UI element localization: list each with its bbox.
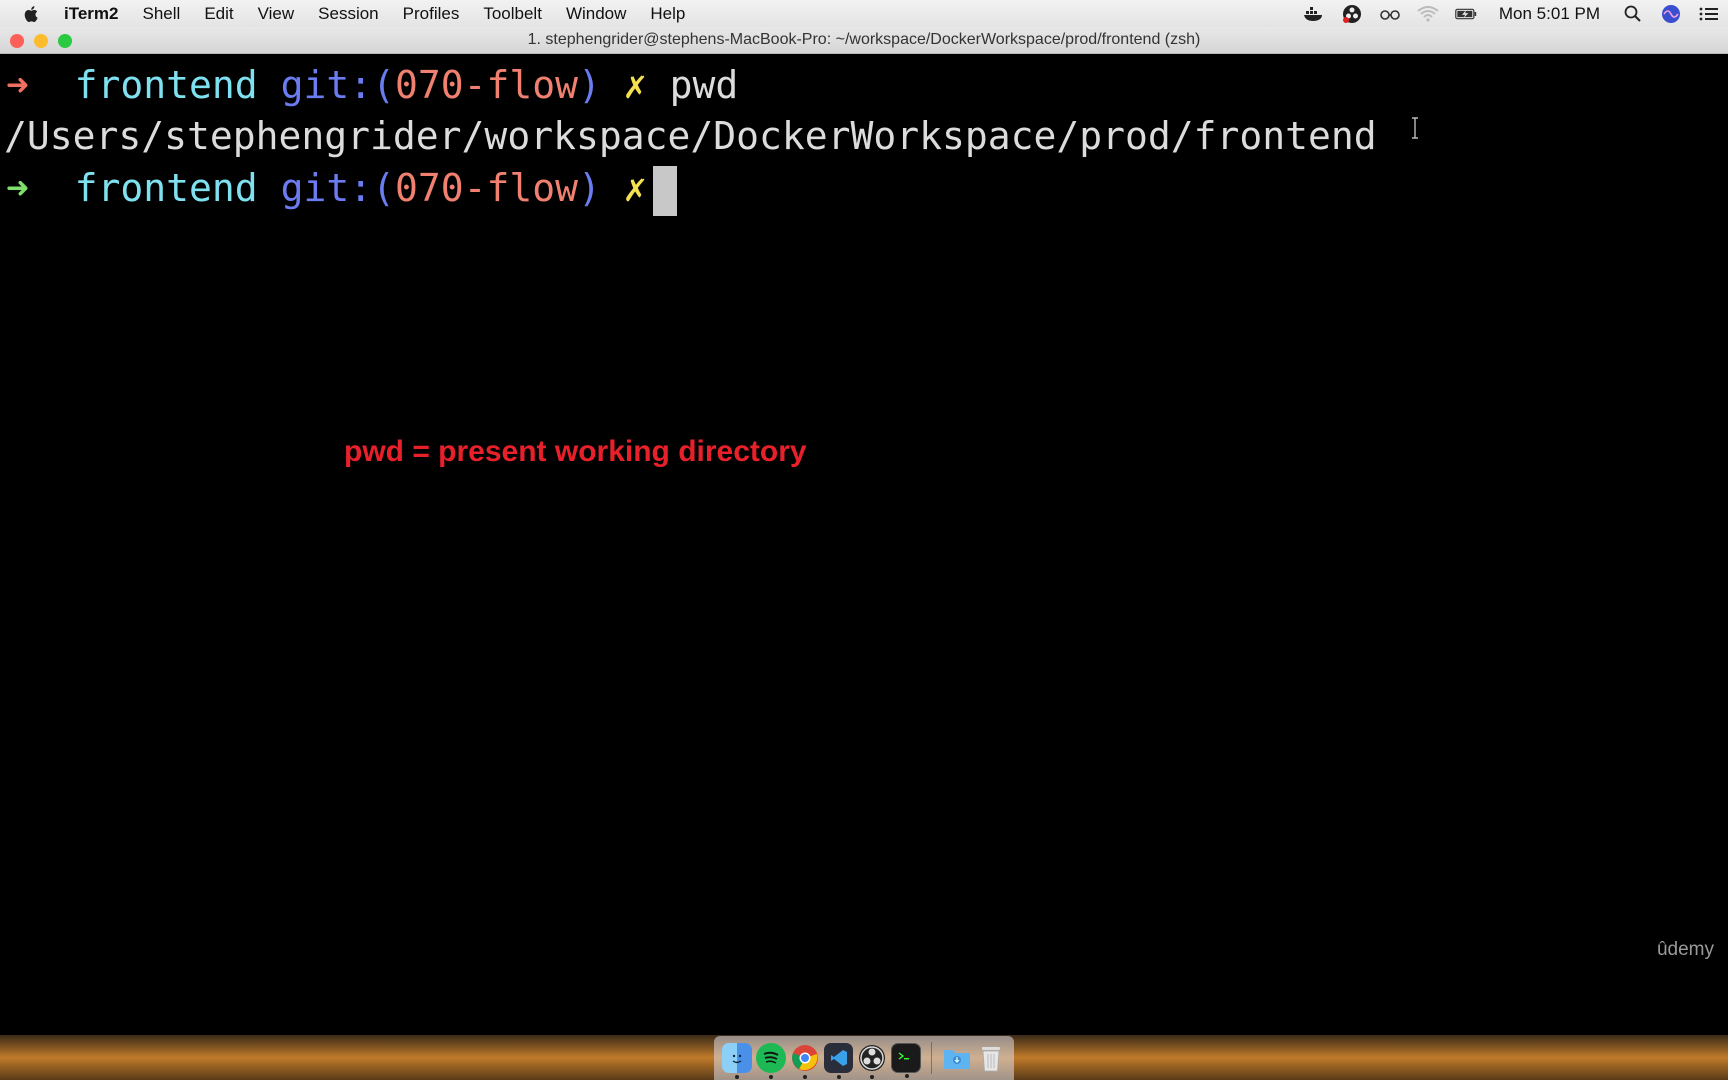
spotify-icon[interactable]: [755, 1043, 786, 1079]
trash-icon[interactable]: [976, 1043, 1006, 1073]
minimize-window-button[interactable]: [34, 34, 48, 48]
obs-icon[interactable]: [857, 1043, 887, 1079]
menu-toolbelt[interactable]: Toolbelt: [471, 4, 554, 24]
dock-separator: [931, 1042, 933, 1074]
menu-session[interactable]: Session: [306, 4, 390, 24]
docker-icon[interactable]: [1303, 4, 1325, 24]
terminal-pane[interactable]: ➜ frontend git:(070-flow) ✗ pwd /Users/s…: [0, 55, 1728, 1035]
glasses-icon[interactable]: [1379, 4, 1401, 24]
prompt-git-close: ): [578, 63, 601, 107]
active-prompt-line: ➜ frontend git:(070-flow) ✗: [6, 162, 677, 216]
prompt-line: ➜ frontend git:(070-flow) ✗ pwd: [6, 59, 738, 111]
window-controls: [10, 34, 82, 48]
typed-command: pwd: [669, 63, 739, 107]
menu-edit[interactable]: Edit: [192, 4, 245, 24]
menu-view[interactable]: View: [246, 4, 307, 24]
prompt-dirty-mark: ✗: [623, 63, 647, 107]
zoom-window-button[interactable]: [58, 34, 72, 48]
downloads-folder-icon[interactable]: [942, 1043, 972, 1073]
obs-icon[interactable]: [1341, 4, 1363, 24]
prompt-git-close: ): [578, 166, 601, 210]
battery-icon[interactable]: [1455, 4, 1477, 24]
prompt-git-label: git:(: [280, 166, 395, 210]
finder-icon[interactable]: [722, 1043, 752, 1079]
terminal-cursor[interactable]: [652, 165, 677, 216]
menu-bar-clock[interactable]: Mon 5:01 PM: [1485, 4, 1614, 24]
chrome-icon[interactable]: [790, 1043, 820, 1079]
prompt-arrow-icon: ➜: [6, 63, 29, 107]
apple-icon[interactable]: [22, 4, 42, 24]
siri-icon[interactable]: [1660, 4, 1682, 24]
search-icon[interactable]: [1622, 4, 1644, 24]
annotation-text: pwd = present working directory: [344, 435, 807, 468]
prompt-git-branch: 070-flow: [394, 63, 578, 107]
menu-app-name[interactable]: iTerm2: [64, 4, 131, 24]
prompt-git-label: git:(: [280, 63, 395, 107]
text-cursor-icon: [1412, 117, 1418, 139]
dock: [714, 1036, 1014, 1080]
menu-shell[interactable]: Shell: [131, 4, 193, 24]
menu-bar: iTerm2 Shell Edit View Session Profiles …: [0, 0, 1728, 27]
menu-profiles[interactable]: Profiles: [391, 4, 472, 24]
prompt-arrow-icon: ➜: [6, 166, 29, 210]
wifi-icon[interactable]: [1417, 4, 1439, 24]
command-output: /Users/stephengrider/workspace/DockerWor…: [4, 114, 1377, 158]
notification-center-icon[interactable]: [1698, 4, 1720, 24]
prompt-directory: frontend: [74, 166, 258, 210]
prompt-directory: frontend: [74, 63, 258, 107]
prompt-git-branch: 070-flow: [394, 166, 578, 210]
window-title-bar[interactable]: 1. stephengrider@stephens-MacBook-Pro: ~…: [0, 27, 1728, 54]
terminal-icon[interactable]: [891, 1043, 922, 1078]
menu-bar-status-area: Mon 5:01 PM: [1295, 0, 1728, 27]
udemy-watermark: ûdemy: [1656, 939, 1714, 960]
menu-help[interactable]: Help: [638, 4, 697, 24]
menu-window[interactable]: Window: [554, 4, 638, 24]
prompt-dirty-mark: ✗: [623, 166, 647, 210]
window-title: 1. stephengrider@stephens-MacBook-Pro: ~…: [527, 31, 1201, 48]
close-window-button[interactable]: [10, 34, 24, 48]
vscode-icon[interactable]: [823, 1043, 854, 1079]
